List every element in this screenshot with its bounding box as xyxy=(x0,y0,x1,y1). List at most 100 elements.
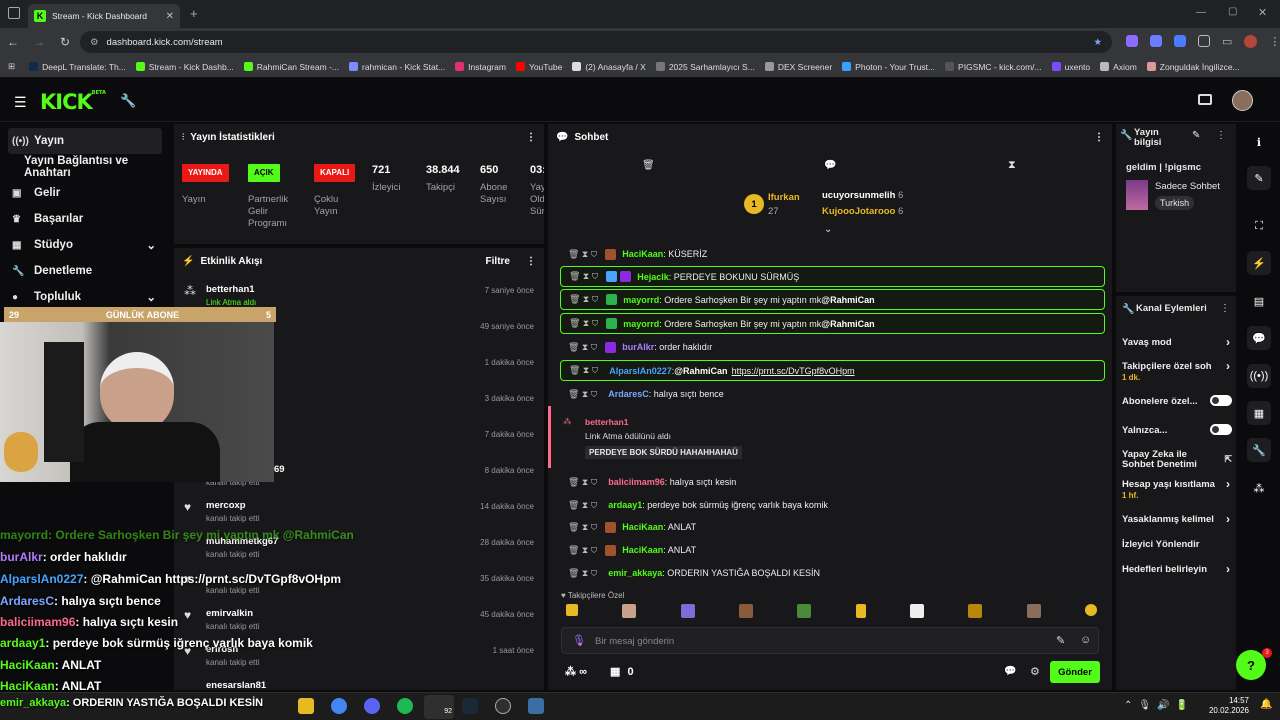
profile-avatar[interactable] xyxy=(1244,35,1258,48)
chat-settings-icon[interactable]: 💬 xyxy=(1004,666,1016,677)
bookmark-item[interactable]: Zonguldak İngilizce... xyxy=(1146,62,1240,72)
emote-icon[interactable] xyxy=(968,604,983,618)
emote-icon[interactable] xyxy=(909,604,924,618)
mod-view-icon[interactable] xyxy=(1198,94,1212,105)
chat-bubble-icon[interactable]: 💬 xyxy=(824,160,836,171)
apps-grid-icon[interactable]: ⊞ xyxy=(8,61,15,72)
emoji-icon[interactable]: ☺ xyxy=(1080,634,1091,646)
more-icon[interactable]: ⋮ xyxy=(1094,132,1104,143)
chat-message-input[interactable]: 🎙 Bir mesaj gönderin ✎ ☺ xyxy=(561,627,1099,654)
notifications-icon[interactable]: 🔔 xyxy=(1260,699,1272,710)
url-input[interactable]: ⚙ dashboard.kick.com/stream ★ xyxy=(80,31,1112,53)
filter-button[interactable]: Filtre xyxy=(486,256,510,267)
emote-icon[interactable] xyxy=(855,604,866,618)
chrome-icon[interactable] xyxy=(331,698,347,714)
bookmark-item[interactable]: (2) Anasayfa / X xyxy=(572,62,646,72)
send-button[interactable]: Gönder xyxy=(1050,661,1100,683)
reload-icon[interactable]: ↻ xyxy=(52,35,78,49)
maximize-icon[interactable]: ▢ xyxy=(1228,6,1237,17)
bookmark-item[interactable]: Photon - Your Trust... xyxy=(842,62,935,72)
downloads-icon[interactable]: ▭ xyxy=(1222,35,1232,48)
close-window-icon[interactable]: ✕ xyxy=(1258,6,1267,19)
new-tab-icon[interactable]: + xyxy=(190,6,198,21)
more-icon[interactable]: ⋮ xyxy=(526,132,536,143)
chat-link[interactable]: https://prnt.sc/DvTGpf8vOHpm xyxy=(732,366,855,376)
extension-icon[interactable] xyxy=(1198,35,1210,47)
bookmark-item[interactable]: uxento xyxy=(1051,62,1090,72)
followers-only-chat[interactable]: Takipçilere özel soh 1 dk. › xyxy=(1122,360,1232,383)
bookmark-item[interactable]: Axiom xyxy=(1100,62,1137,72)
site-info-icon[interactable]: ⚙ xyxy=(90,37,99,48)
channel-points[interactable]: ⁂ ∞ xyxy=(565,665,587,678)
bookmark-item[interactable]: rahmican - Kick Stat... xyxy=(349,62,445,72)
host-redirect[interactable]: İzleyici Yönlendir xyxy=(1122,539,1232,550)
chat-icon[interactable]: 💬 xyxy=(1247,326,1271,350)
emote-icon[interactable] xyxy=(1026,604,1041,618)
emote-icon[interactable] xyxy=(680,604,695,618)
bookmark-item[interactable]: DEX Screener xyxy=(764,62,832,72)
steam-icon[interactable] xyxy=(462,698,478,714)
layout-icon[interactable]: ▦ xyxy=(1247,401,1271,425)
banned-words[interactable]: Yasaklanmış kelimel › xyxy=(1122,512,1232,528)
more-icon[interactable]: ⋮ xyxy=(1216,130,1226,141)
minimize-icon[interactable]: — xyxy=(1196,7,1206,18)
whatsapp-icon[interactable]: 92 xyxy=(424,695,454,719)
more-icon[interactable]: ⋮ xyxy=(526,256,536,267)
taskbar-app-icon[interactable] xyxy=(298,698,314,714)
mic-icon[interactable]: 🎙 xyxy=(572,634,586,647)
forward-icon[interactable]: → xyxy=(26,35,52,49)
account-age-restriction[interactable]: Hesap yaşı kısıtlama 1 hf. › xyxy=(1122,478,1232,501)
subscribers-only-toggle[interactable]: Abonelere özel... xyxy=(1122,395,1232,407)
emote-icon[interactable] xyxy=(738,604,753,618)
emote-icon[interactable] xyxy=(797,604,812,618)
edit-icon[interactable]: ✎ xyxy=(1247,166,1271,190)
wrench-icon[interactable]: 🔧 xyxy=(1247,438,1271,462)
sidebar-item-gelir[interactable]: ▣ Gelir xyxy=(0,180,170,206)
close-tab-icon[interactable]: ✕ xyxy=(166,11,174,22)
obs-icon[interactable] xyxy=(495,698,511,714)
emote-icon[interactable] xyxy=(1084,604,1097,616)
extension-icon[interactable] xyxy=(1150,35,1162,47)
tab-kick-dashboard[interactable]: K Stream - Kick Dashboard ✕ xyxy=(28,4,180,28)
emote-icon[interactable] xyxy=(566,604,578,616)
extension-icon[interactable] xyxy=(1174,35,1186,47)
bookmark-star-icon[interactable]: ★ xyxy=(1093,37,1102,48)
discord-icon[interactable] xyxy=(364,698,380,714)
info-icon[interactable]: ℹ xyxy=(1247,130,1271,154)
sidebar-item-basarilar[interactable]: ♛ Başarılar xyxy=(0,206,170,232)
set-goals[interactable]: Hedefleri belirleyin › xyxy=(1122,562,1232,576)
bookmark-item[interactable]: YouTube xyxy=(515,62,562,72)
more-icon[interactable]: ⋮ xyxy=(1220,303,1230,314)
edit-icon[interactable]: ✎ xyxy=(1192,130,1200,141)
kick-logo[interactable]: KICKBETA xyxy=(40,90,106,114)
bolt-icon[interactable]: ⚡ xyxy=(1247,251,1271,275)
ai-moderation[interactable]: Yapay Zeka ile Sohbet Denetimi ⇱ xyxy=(1122,450,1232,470)
sidebar-item-yayin[interactable]: ((•)) Yayın xyxy=(8,128,162,154)
document-icon[interactable]: ▤ xyxy=(1247,289,1271,313)
expand-leaders-icon[interactable]: ⌄ xyxy=(824,224,832,235)
screen-capture-icon[interactable]: ⛶ xyxy=(1247,214,1271,238)
extension-icon[interactable] xyxy=(1126,35,1138,47)
gear-icon[interactable]: ⚙ xyxy=(1030,665,1040,678)
delete-tool-icon[interactable]: 🗑 xyxy=(642,160,655,171)
spotify-icon[interactable] xyxy=(397,698,413,714)
sidebar-item-stream-key[interactable]: Yayın Bağlantısı ve Anahtarı xyxy=(0,154,170,180)
bookmark-item[interactable]: Stream - Kick Dashb... xyxy=(135,62,234,72)
sidebar-item-denetleme[interactable]: 🔧 Denetleme xyxy=(0,258,170,284)
bookmark-item[interactable]: RahmiCan Stream -... xyxy=(243,62,339,72)
only-toggle[interactable]: Yalnızca... xyxy=(1122,424,1232,436)
user-avatar[interactable] xyxy=(1232,90,1253,111)
emote-icon[interactable] xyxy=(622,604,637,618)
tab-search-icon[interactable] xyxy=(8,7,20,19)
slow-mode-toggle[interactable]: Yavaş mod › xyxy=(1122,335,1232,349)
community-icon[interactable]: ⁂ xyxy=(1247,476,1271,500)
broadcast-icon[interactable]: ((•)) xyxy=(1247,364,1271,388)
back-icon[interactable]: ← xyxy=(0,35,26,49)
hamburger-menu-icon[interactable]: ☰ xyxy=(14,94,27,111)
bookmark-item[interactable]: PIGSMC - kick.com/... xyxy=(945,62,1042,72)
sidebar-item-studyo[interactable]: ▦ Stüdyo ⌄ xyxy=(0,232,170,258)
emote-picker-icon[interactable]: ✎ xyxy=(1056,634,1065,647)
hourglass-icon[interactable]: ⧗ xyxy=(1008,159,1016,172)
bookmark-item[interactable]: 2025 Sarhamlayıcı S... xyxy=(655,62,755,72)
clock[interactable]: 14:57 20.02.2026 xyxy=(1205,696,1249,716)
